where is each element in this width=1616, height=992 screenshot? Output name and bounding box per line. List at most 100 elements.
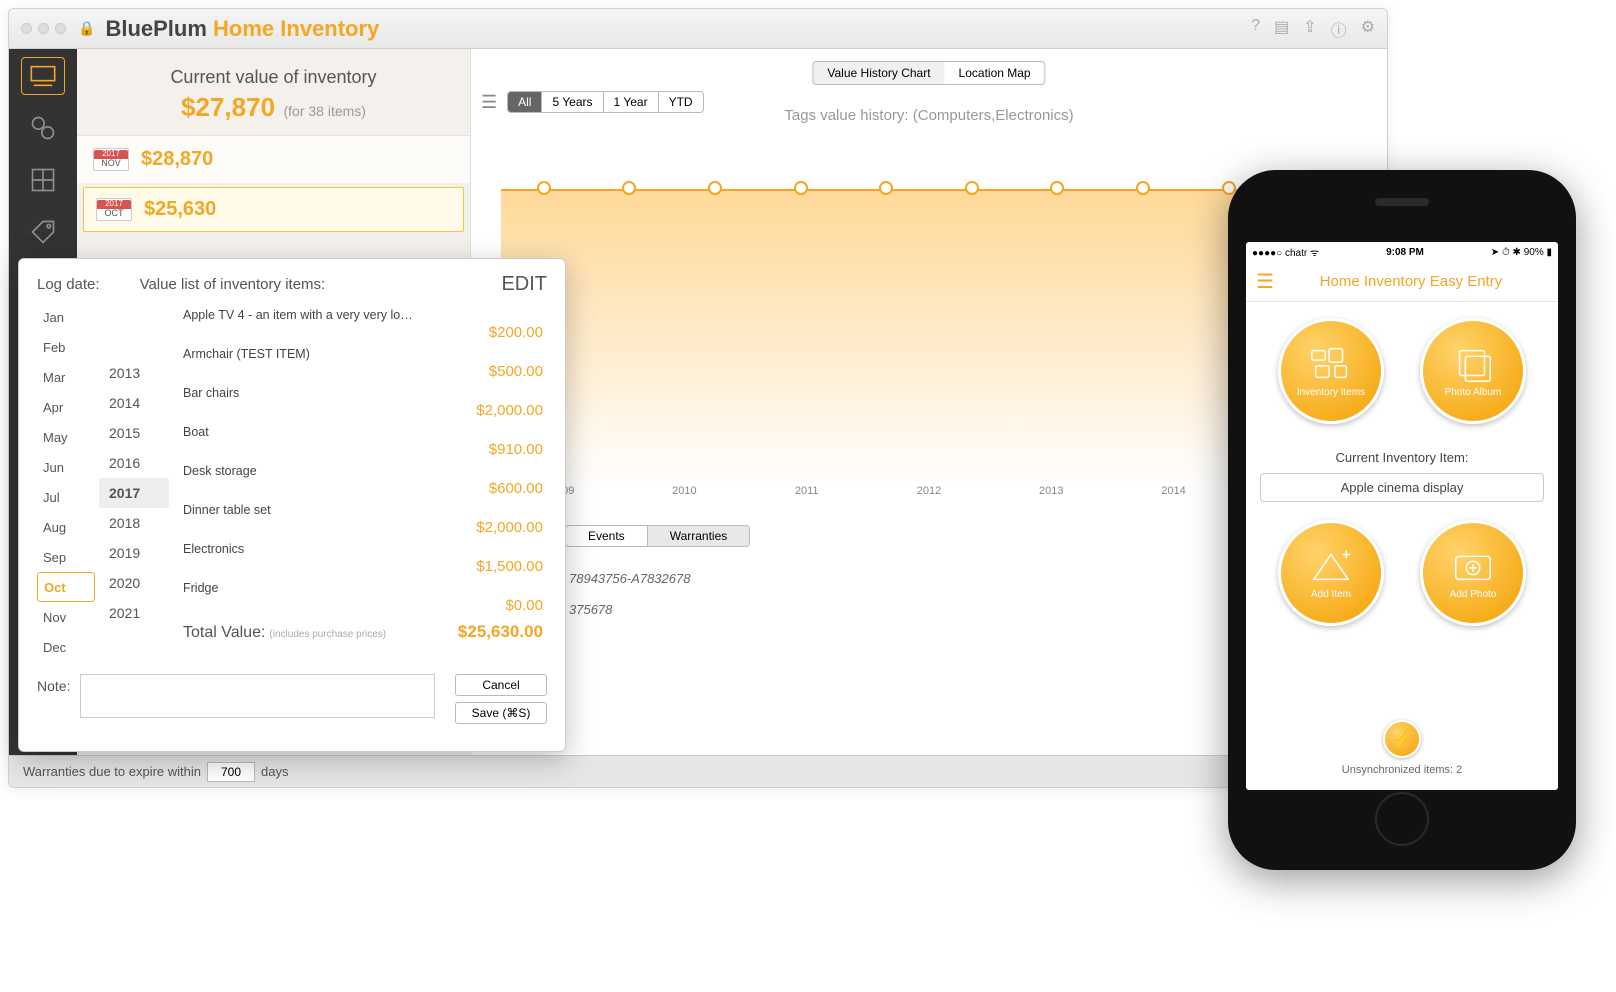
sidebar-dashboard[interactable] — [21, 57, 65, 95]
year-2017[interactable]: 2017 — [99, 478, 169, 508]
year-2016[interactable]: 2016 — [99, 448, 169, 478]
minimize-dot[interactable] — [38, 23, 49, 34]
item-row[interactable]: Bar chairs$2,000.00 — [179, 380, 547, 419]
item-name: Boat — [183, 425, 413, 439]
item-row[interactable]: Boat $910.00 — [179, 419, 547, 458]
edit-button[interactable]: EDIT — [501, 273, 547, 296]
month-jun[interactable]: Jun — [37, 452, 95, 482]
item-price: $1,500.00 — [183, 558, 543, 575]
month-sep[interactable]: Sep — [37, 542, 95, 572]
item-price: $200.00 — [183, 324, 543, 341]
note-textarea[interactable] — [80, 674, 435, 718]
view-toggle[interactable]: Value History Chart Location Map — [812, 61, 1045, 85]
range-all[interactable]: All — [508, 92, 542, 112]
titlebar: 🔒 BluePlum Home Inventory ? ▤ ⇪ ⓘ ⚙ — [9, 9, 1387, 49]
range-ytd[interactable]: YTD — [659, 92, 703, 112]
month-oct[interactable]: Oct — [37, 572, 95, 602]
item-row[interactable]: Apple TV 4 - an item with a very very lo… — [179, 302, 547, 341]
year-2018[interactable]: 2018 — [99, 508, 169, 538]
total-label: Total Value: — [183, 624, 265, 642]
range-1y[interactable]: 1 Year — [604, 92, 659, 112]
sidebar-items[interactable] — [21, 109, 65, 147]
unsynced-label: Unsynchronized items: 2 — [1260, 764, 1544, 776]
phone-mock: ●●●●○ chatr ᯤ 9:08 PM ➤ ⏱ ✱ 90% ▮ ☰ Home… — [1228, 170, 1576, 870]
range-5y[interactable]: 5 Years — [542, 92, 603, 112]
item-row[interactable]: Dinner table set$2,000.00 — [179, 497, 547, 536]
info-icon[interactable]: ⓘ — [1331, 17, 1347, 41]
share-icon[interactable]: ⇪ — [1303, 17, 1316, 41]
month-dec[interactable]: Dec — [37, 632, 95, 662]
current-value-label: Current value of inventory — [87, 67, 460, 88]
statusbar-pre: Warranties due to expire within — [23, 764, 201, 779]
month-nov[interactable]: Nov — [37, 602, 95, 632]
total-value: $25,630.00 — [458, 622, 543, 642]
sync-icon[interactable]: ⚡ — [1383, 720, 1421, 758]
item-price: $500.00 — [183, 363, 543, 380]
bubble-add-item[interactable]: Add Item — [1278, 520, 1384, 626]
statusbar: Warranties due to expire within days — [9, 755, 1387, 787]
month-aug[interactable]: Aug — [37, 512, 95, 542]
year-2019[interactable]: 2019 — [99, 538, 169, 568]
current-item-label: Current Inventory Item: — [1260, 450, 1544, 465]
current-item-value[interactable]: Apple cinema display — [1260, 473, 1544, 502]
range-segment[interactable]: All 5 Years 1 Year YTD — [507, 91, 703, 113]
window-controls[interactable] — [21, 23, 66, 34]
item-name: Fridge — [183, 581, 413, 595]
chart-menu-icon[interactable]: ☰ — [481, 92, 497, 113]
bubble-photo-album[interactable]: Photo Album — [1420, 318, 1526, 424]
tab-events[interactable]: Events — [566, 526, 648, 546]
item-row[interactable]: Desk storage $600.00 — [179, 458, 547, 497]
detail-tabs[interactable]: Events Warranties — [565, 525, 750, 547]
year-2020[interactable]: 2020 — [99, 568, 169, 598]
month-jul[interactable]: Jul — [37, 482, 95, 512]
lock-icon: 🔒 — [78, 20, 95, 37]
item-row[interactable]: Electronics $1,500.00 — [179, 536, 547, 575]
sidebar-rooms[interactable] — [21, 161, 65, 199]
warranty-days-input[interactable] — [207, 762, 255, 782]
month-mar[interactable]: Mar — [37, 362, 95, 392]
document-icon[interactable]: ▤ — [1274, 17, 1289, 41]
bubble-inventory-items[interactable]: Inventory Items — [1278, 318, 1384, 424]
help-icon[interactable]: ? — [1251, 17, 1260, 41]
year-2015[interactable]: 2015 — [99, 418, 169, 448]
phone-title: Home Inventory Easy Entry — [1274, 273, 1548, 290]
history-row-nov[interactable]: 2017NOV $28,870 — [77, 135, 470, 183]
year-2021[interactable]: 2021 — [99, 598, 169, 628]
item-price: $2,000.00 — [183, 519, 543, 536]
bubble-add-photo[interactable]: Add Photo — [1420, 520, 1526, 626]
current-value-sub: (for 38 items) — [283, 103, 365, 119]
tab-warranties[interactable]: Warranties — [648, 526, 750, 546]
month-feb[interactable]: Feb — [37, 332, 95, 362]
history-row-oct[interactable]: 2017OCT $25,630 — [83, 187, 464, 232]
month-jan[interactable]: Jan — [37, 302, 95, 332]
item-price: $600.00 — [183, 480, 543, 497]
years-column: 201320142015201620172018201920202021 — [99, 302, 169, 668]
item-name: Apple TV 4 - an item with a very very lo… — [183, 308, 413, 322]
year-2014[interactable]: 2014 — [99, 388, 169, 418]
phone-nav: ☰ Home Inventory Easy Entry — [1246, 262, 1558, 302]
save-button[interactable]: Save (⌘S) — [455, 702, 547, 724]
phone-menu-icon[interactable]: ☰ — [1256, 269, 1274, 294]
month-may[interactable]: May — [37, 422, 95, 452]
year-2013[interactable]: 2013 — [99, 358, 169, 388]
items-list: Apple TV 4 - an item with a very very lo… — [179, 302, 547, 614]
item-row[interactable]: Armchair (TEST ITEM) $500.00 — [179, 341, 547, 380]
item-row[interactable]: Fridge $0.00 — [179, 575, 547, 614]
item-name: Electronics — [183, 542, 413, 556]
phone-statusbar: ●●●●○ chatr ᯤ 9:08 PM ➤ ⏱ ✱ 90% ▮ — [1246, 242, 1558, 262]
tab-chart[interactable]: Value History Chart — [813, 62, 944, 84]
item-name: Desk storage — [183, 464, 413, 478]
cancel-button[interactable]: Cancel — [455, 674, 547, 696]
detail-rows: 78943756-A7832678 375678 — [569, 563, 690, 625]
gear-icon[interactable]: ⚙ — [1361, 17, 1375, 41]
log-date-label: Log date: — [37, 276, 100, 293]
tab-map[interactable]: Location Map — [945, 62, 1045, 84]
sidebar-tags[interactable] — [21, 213, 65, 251]
item-name: Armchair (TEST ITEM) — [183, 347, 413, 361]
item-price: $0.00 — [183, 597, 543, 614]
close-dot[interactable] — [21, 23, 32, 34]
item-price: $910.00 — [183, 441, 543, 458]
item-name: Bar chairs — [183, 386, 413, 400]
month-apr[interactable]: Apr — [37, 392, 95, 422]
zoom-dot[interactable] — [55, 23, 66, 34]
